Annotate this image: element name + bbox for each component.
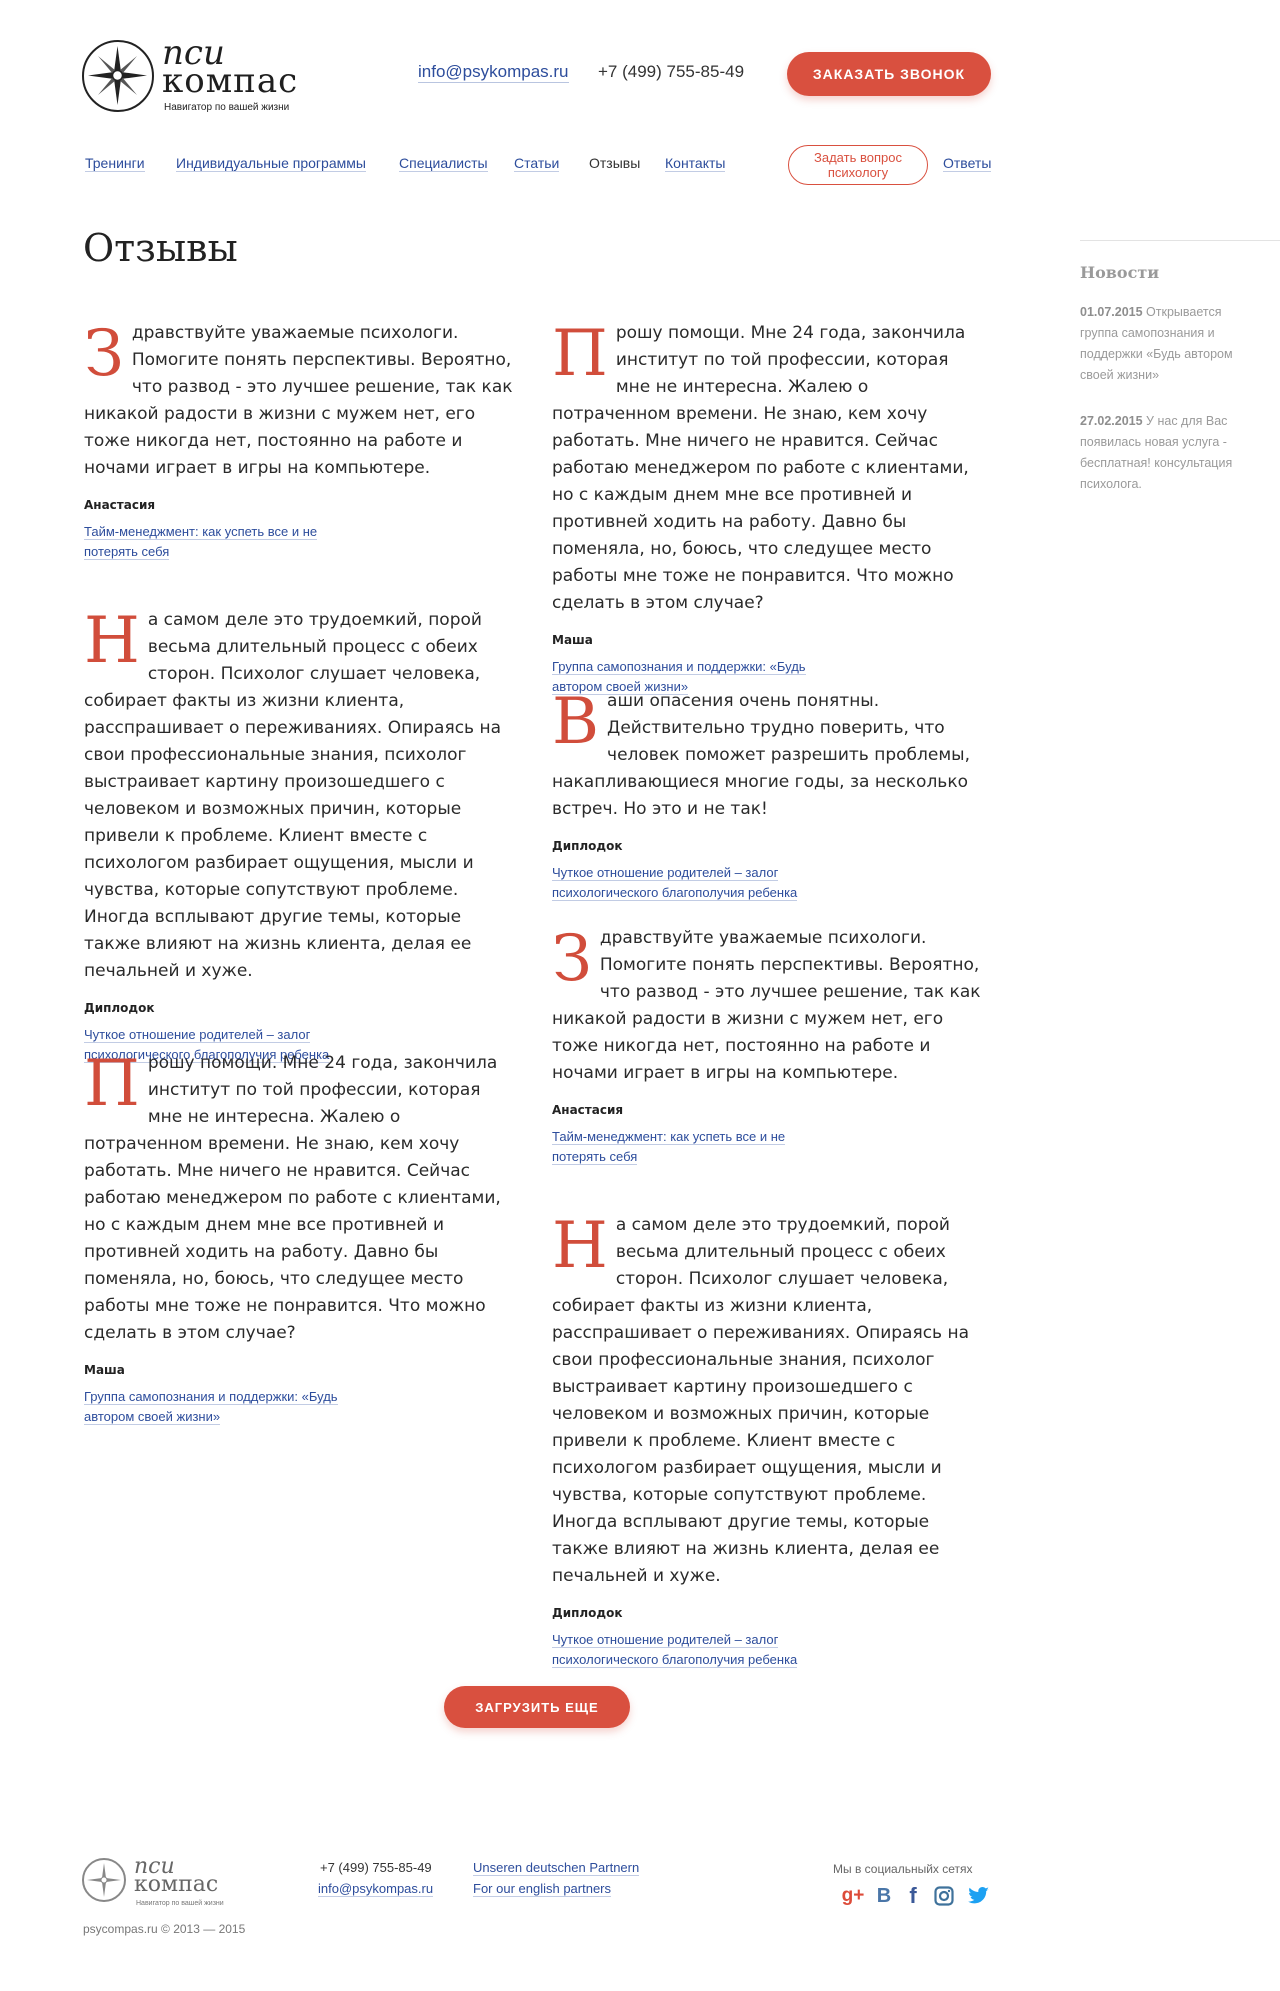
nav-item-individual-programs[interactable]: Индивидуальные программы bbox=[176, 155, 366, 172]
news-date: 01.07.2015 bbox=[1080, 305, 1143, 319]
instagram-icon[interactable] bbox=[932, 1884, 956, 1908]
english-partners-link[interactable]: For our english partners bbox=[473, 1881, 612, 1897]
dropcap: П bbox=[552, 317, 608, 391]
social-label: Мы в социальныйх сетях bbox=[833, 1862, 973, 1876]
dropcap: Н bbox=[84, 604, 140, 678]
dropcap: Н bbox=[552, 1209, 608, 1283]
copyright: psycompas.ru © 2013 — 2015 bbox=[83, 1922, 246, 1936]
review-text: а самом деле это трудоемкий, порой весьм… bbox=[552, 1215, 969, 1586]
review-author: Диплодок bbox=[84, 1001, 155, 1015]
review-author: Диплодок bbox=[552, 839, 623, 853]
review-card: Прошу помощи. Мне 24 года, закончила инс… bbox=[84, 1050, 520, 1426]
facebook-icon[interactable]: f bbox=[901, 1883, 925, 1908]
german-partners-link[interactable]: Unseren deutschen Partnern bbox=[473, 1860, 640, 1876]
news-sidebar: Новости 01.07.2015 Открывается группа са… bbox=[1080, 240, 1280, 495]
news-title: Новости bbox=[1080, 263, 1160, 282]
footer-logo-text-bottom: компас bbox=[134, 1872, 219, 1897]
dropcap: В bbox=[552, 685, 600, 759]
review-topic-link[interactable]: Тайм-менеджмент: как успеть все и не пот… bbox=[84, 524, 318, 560]
review-text: аши опасения очень понятны. Действительн… bbox=[552, 691, 970, 819]
footer-logo-tagline: Навигатор по вашей жизни bbox=[136, 1900, 224, 1907]
review-author: Анастасия bbox=[552, 1103, 624, 1117]
review-card: На самом деле это трудоемкий, порой весь… bbox=[84, 607, 520, 1064]
review-card: Здравствуйте уважаемые психологи. Помоги… bbox=[84, 320, 520, 561]
review-text: рошу помощи. Мне 24 года, закончила инст… bbox=[84, 1053, 501, 1343]
review-topic-link[interactable]: Чуткое отношение родителей – залог психо… bbox=[552, 865, 798, 901]
review-topic-link[interactable]: Чуткое отношение родителей – залог психо… bbox=[552, 1632, 798, 1668]
load-more-button[interactable]: ЗАГРУЗИТЬ ЕЩЕ bbox=[444, 1686, 630, 1728]
compass-icon bbox=[82, 40, 154, 112]
review-text: дравствуйте уважаемые психологи. Помогит… bbox=[552, 928, 981, 1083]
dropcap: П bbox=[84, 1047, 140, 1121]
nav-item-contacts[interactable]: Контакты bbox=[665, 155, 726, 172]
page-title: Отзывы bbox=[83, 226, 238, 270]
order-call-button[interactable]: ЗАКАЗАТЬ ЗВОНОК bbox=[787, 52, 991, 96]
nav-item-specialists[interactable]: Специалисты bbox=[399, 155, 488, 172]
dropcap: З bbox=[552, 922, 592, 996]
review-author: Анастасия bbox=[84, 498, 156, 512]
footer-email-link[interactable]: info@psykompas.ru bbox=[318, 1881, 434, 1897]
header-phone: +7 (499) 755-85-49 bbox=[598, 62, 745, 81]
review-text: а самом деле это трудоемкий, порой весьм… bbox=[84, 610, 501, 981]
nav-item-reviews[interactable]: Отзывы bbox=[589, 155, 640, 172]
review-card: На самом деле это трудоемкий, порой весь… bbox=[552, 1212, 988, 1669]
logo[interactable]: пси компас Навигатор по вашей жизни bbox=[82, 36, 312, 116]
header-email-link[interactable]: info@psykompas.ru bbox=[418, 62, 569, 83]
nav-item-answers[interactable]: Ответы bbox=[943, 155, 992, 172]
review-author: Диплодок bbox=[552, 1606, 623, 1620]
news-item[interactable]: 01.07.2015 Открывается группа самопознан… bbox=[1080, 302, 1255, 386]
news-date: 27.02.2015 bbox=[1080, 414, 1143, 428]
dropcap: З bbox=[84, 317, 124, 391]
nav-item-articles[interactable]: Статьи bbox=[514, 155, 560, 172]
footer-phone: +7 (499) 755-85-49 bbox=[320, 1860, 432, 1875]
compass-icon bbox=[82, 1858, 126, 1902]
google-plus-icon[interactable]: g+ bbox=[841, 1884, 865, 1908]
vk-icon[interactable]: В bbox=[872, 1884, 896, 1908]
logo-tagline: Навигатор по вашей жизни bbox=[164, 102, 290, 113]
review-text: дравствуйте уважаемые психологи. Помогит… bbox=[84, 323, 513, 478]
logo-text-bottom: компас bbox=[162, 61, 299, 101]
news-item[interactable]: 27.02.2015 У нас для Вас появилась новая… bbox=[1080, 411, 1255, 495]
ask-psychologist-button[interactable]: Задать вопрос психологу bbox=[788, 145, 928, 185]
review-author: Маша bbox=[84, 1363, 125, 1377]
review-topic-link[interactable]: Тайм-менеджмент: как успеть все и не пот… bbox=[552, 1129, 786, 1165]
review-card: Прошу помощи. Мне 24 года, закончила инс… bbox=[552, 320, 988, 696]
nav-item-trainings[interactable]: Тренинги bbox=[85, 155, 145, 172]
review-card: Здравствуйте уважаемые психологи. Помоги… bbox=[552, 925, 988, 1166]
footer-logo[interactable]: пси компас Навигатор по вашей жизни bbox=[82, 1856, 252, 1914]
twitter-icon[interactable] bbox=[967, 1884, 991, 1908]
review-topic-link[interactable]: Группа самопознания и поддержки: «Будь а… bbox=[84, 1389, 338, 1425]
review-text: рошу помощи. Мне 24 года, закончила инст… bbox=[552, 323, 969, 613]
review-author: Маша bbox=[552, 633, 593, 647]
review-card: Ваши опасения очень понятны. Действитель… bbox=[552, 688, 988, 902]
